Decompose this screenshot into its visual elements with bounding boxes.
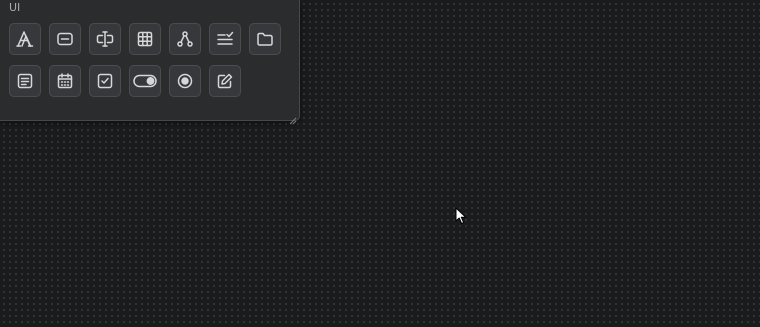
panel-title: UI <box>9 1 21 14</box>
checkbox-icon <box>96 72 114 90</box>
checkbox-tool-button[interactable] <box>89 65 121 97</box>
radio-tool-button[interactable] <box>169 65 201 97</box>
text-cursor-input-tool-button[interactable] <box>89 23 121 55</box>
text-area-icon <box>16 72 34 90</box>
tree-tool-button[interactable] <box>169 23 201 55</box>
toggle-switch-icon <box>133 72 157 90</box>
calendar-icon <box>56 72 74 90</box>
toggle-tool-button[interactable] <box>129 65 161 97</box>
checklist-tool-button[interactable] <box>209 23 241 55</box>
typography-tool-button[interactable] <box>9 23 41 55</box>
tree-hierarchy-icon <box>176 30 194 48</box>
table-tool-button[interactable] <box>129 23 161 55</box>
text-input-tool-button[interactable] <box>49 23 81 55</box>
ui-components-panel: UI <box>0 0 300 125</box>
folder-icon <box>256 30 274 48</box>
checklist-icon <box>216 30 234 48</box>
edit-pencil-icon <box>216 72 234 90</box>
mouse-pointer-icon <box>455 207 467 225</box>
table-grid-icon <box>136 30 154 48</box>
text-area-tool-button[interactable] <box>9 65 41 97</box>
panel-resize-handle[interactable] <box>289 110 297 125</box>
text-cursor-input-icon <box>96 30 114 48</box>
radio-button-icon <box>176 72 194 90</box>
text-input-icon <box>56 30 74 48</box>
folder-tool-button[interactable] <box>249 23 281 55</box>
date-picker-tool-button[interactable] <box>49 65 81 97</box>
edit-tool-button[interactable] <box>209 65 241 97</box>
typography-icon <box>16 30 34 48</box>
